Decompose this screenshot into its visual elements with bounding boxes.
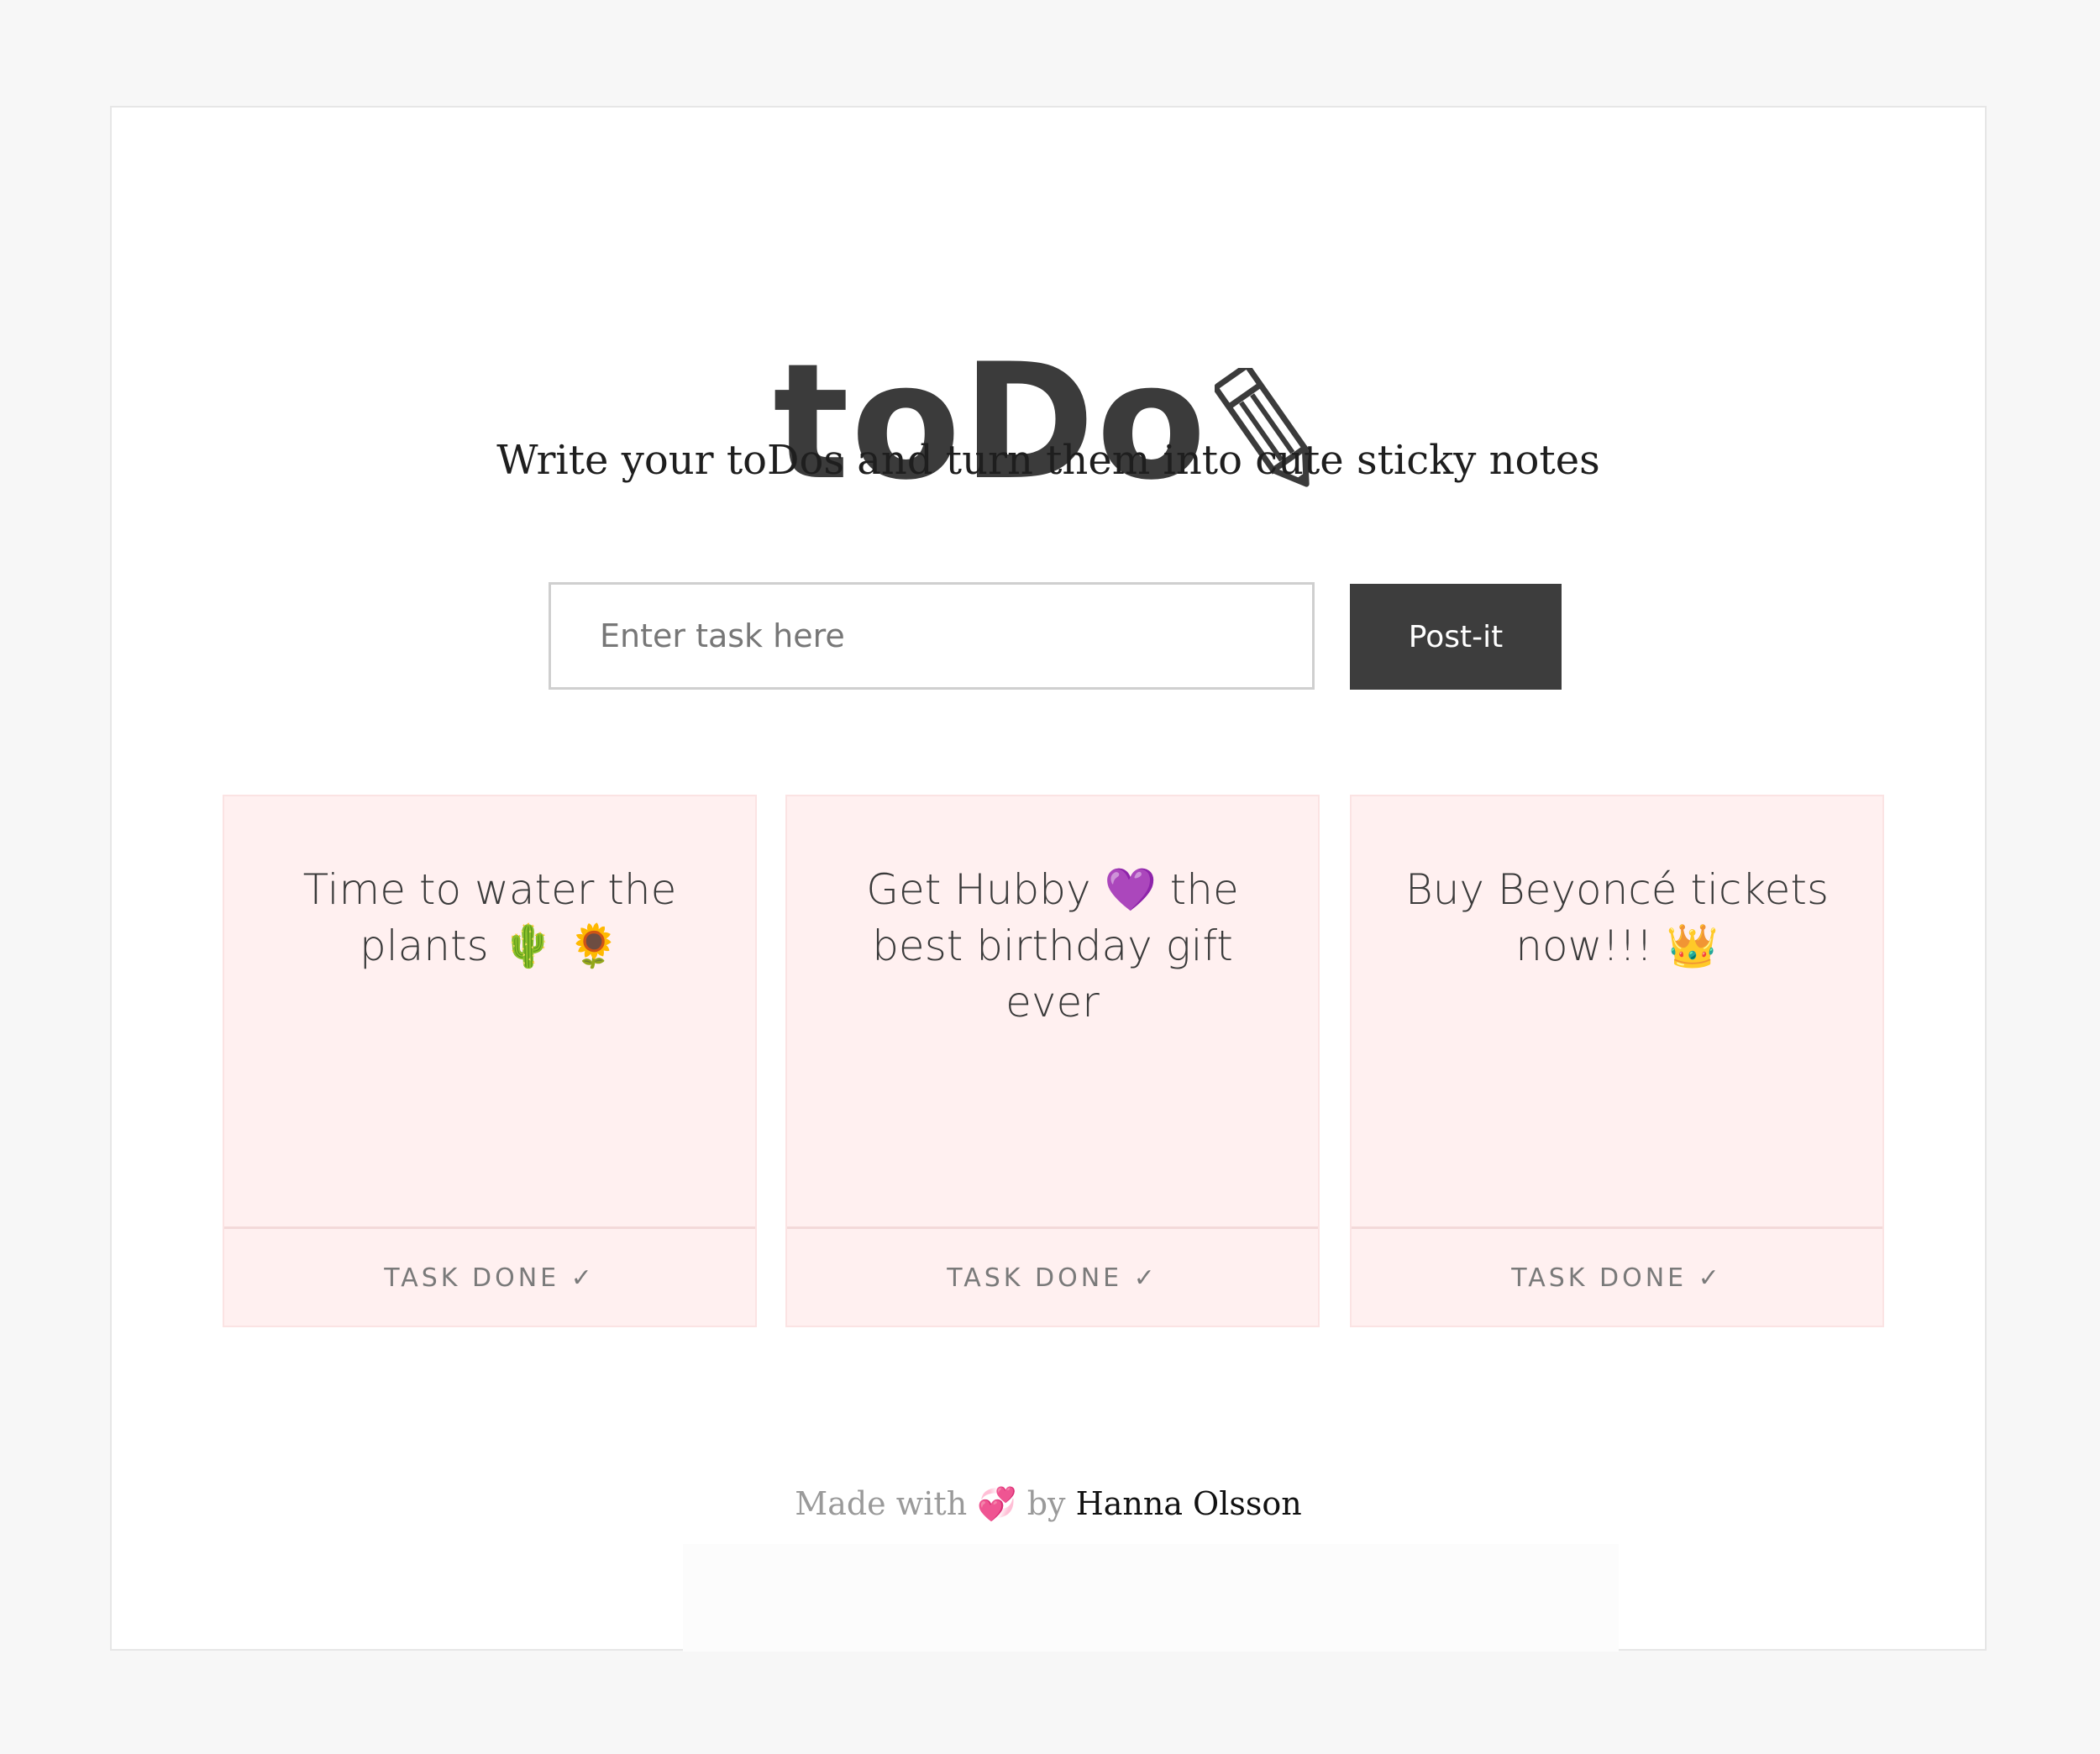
tagline: Write your toDos and turn them into cute…	[496, 437, 1600, 484]
footer: Made with 💞 by Hanna Olsson	[112, 1485, 1985, 1523]
notes-grid: Time to water the plants 🌵 🌻 TASK DONE ✓…	[223, 795, 1886, 1332]
task-done-button[interactable]: TASK DONE ✓	[787, 1229, 1318, 1327]
note-text: Buy Beyoncé tickets now!!! 👑	[1404, 865, 1829, 970]
task-input[interactable]	[549, 582, 1315, 690]
task-done-button[interactable]: TASK DONE ✓	[224, 1229, 755, 1327]
main-card: toDo Write your toDos and turn them into…	[110, 106, 1987, 1652]
post-it-button[interactable]: Post-it	[1350, 584, 1562, 690]
sticky-note: Time to water the plants 🌵 🌻 TASK DONE ✓	[223, 795, 757, 1327]
footer-shade	[683, 1544, 1619, 1652]
sticky-note: Get Hubby 💜 the best birthday gift ever …	[785, 795, 1320, 1327]
note-text: Get Hubby 💜 the best birthday gift ever	[866, 865, 1239, 1027]
task-done-button[interactable]: TASK DONE ✓	[1352, 1229, 1882, 1327]
sticky-note: Buy Beyoncé tickets now!!! 👑 TASK DONE ✓	[1350, 795, 1884, 1327]
footer-by: by	[1026, 1485, 1066, 1522]
heart-icon: 💞	[977, 1485, 1017, 1522]
author-link[interactable]: Hanna Olsson	[1076, 1485, 1302, 1522]
footer-made-with: Made with	[795, 1485, 968, 1522]
note-text: Time to water the plants 🌵 🌻	[302, 865, 677, 970]
